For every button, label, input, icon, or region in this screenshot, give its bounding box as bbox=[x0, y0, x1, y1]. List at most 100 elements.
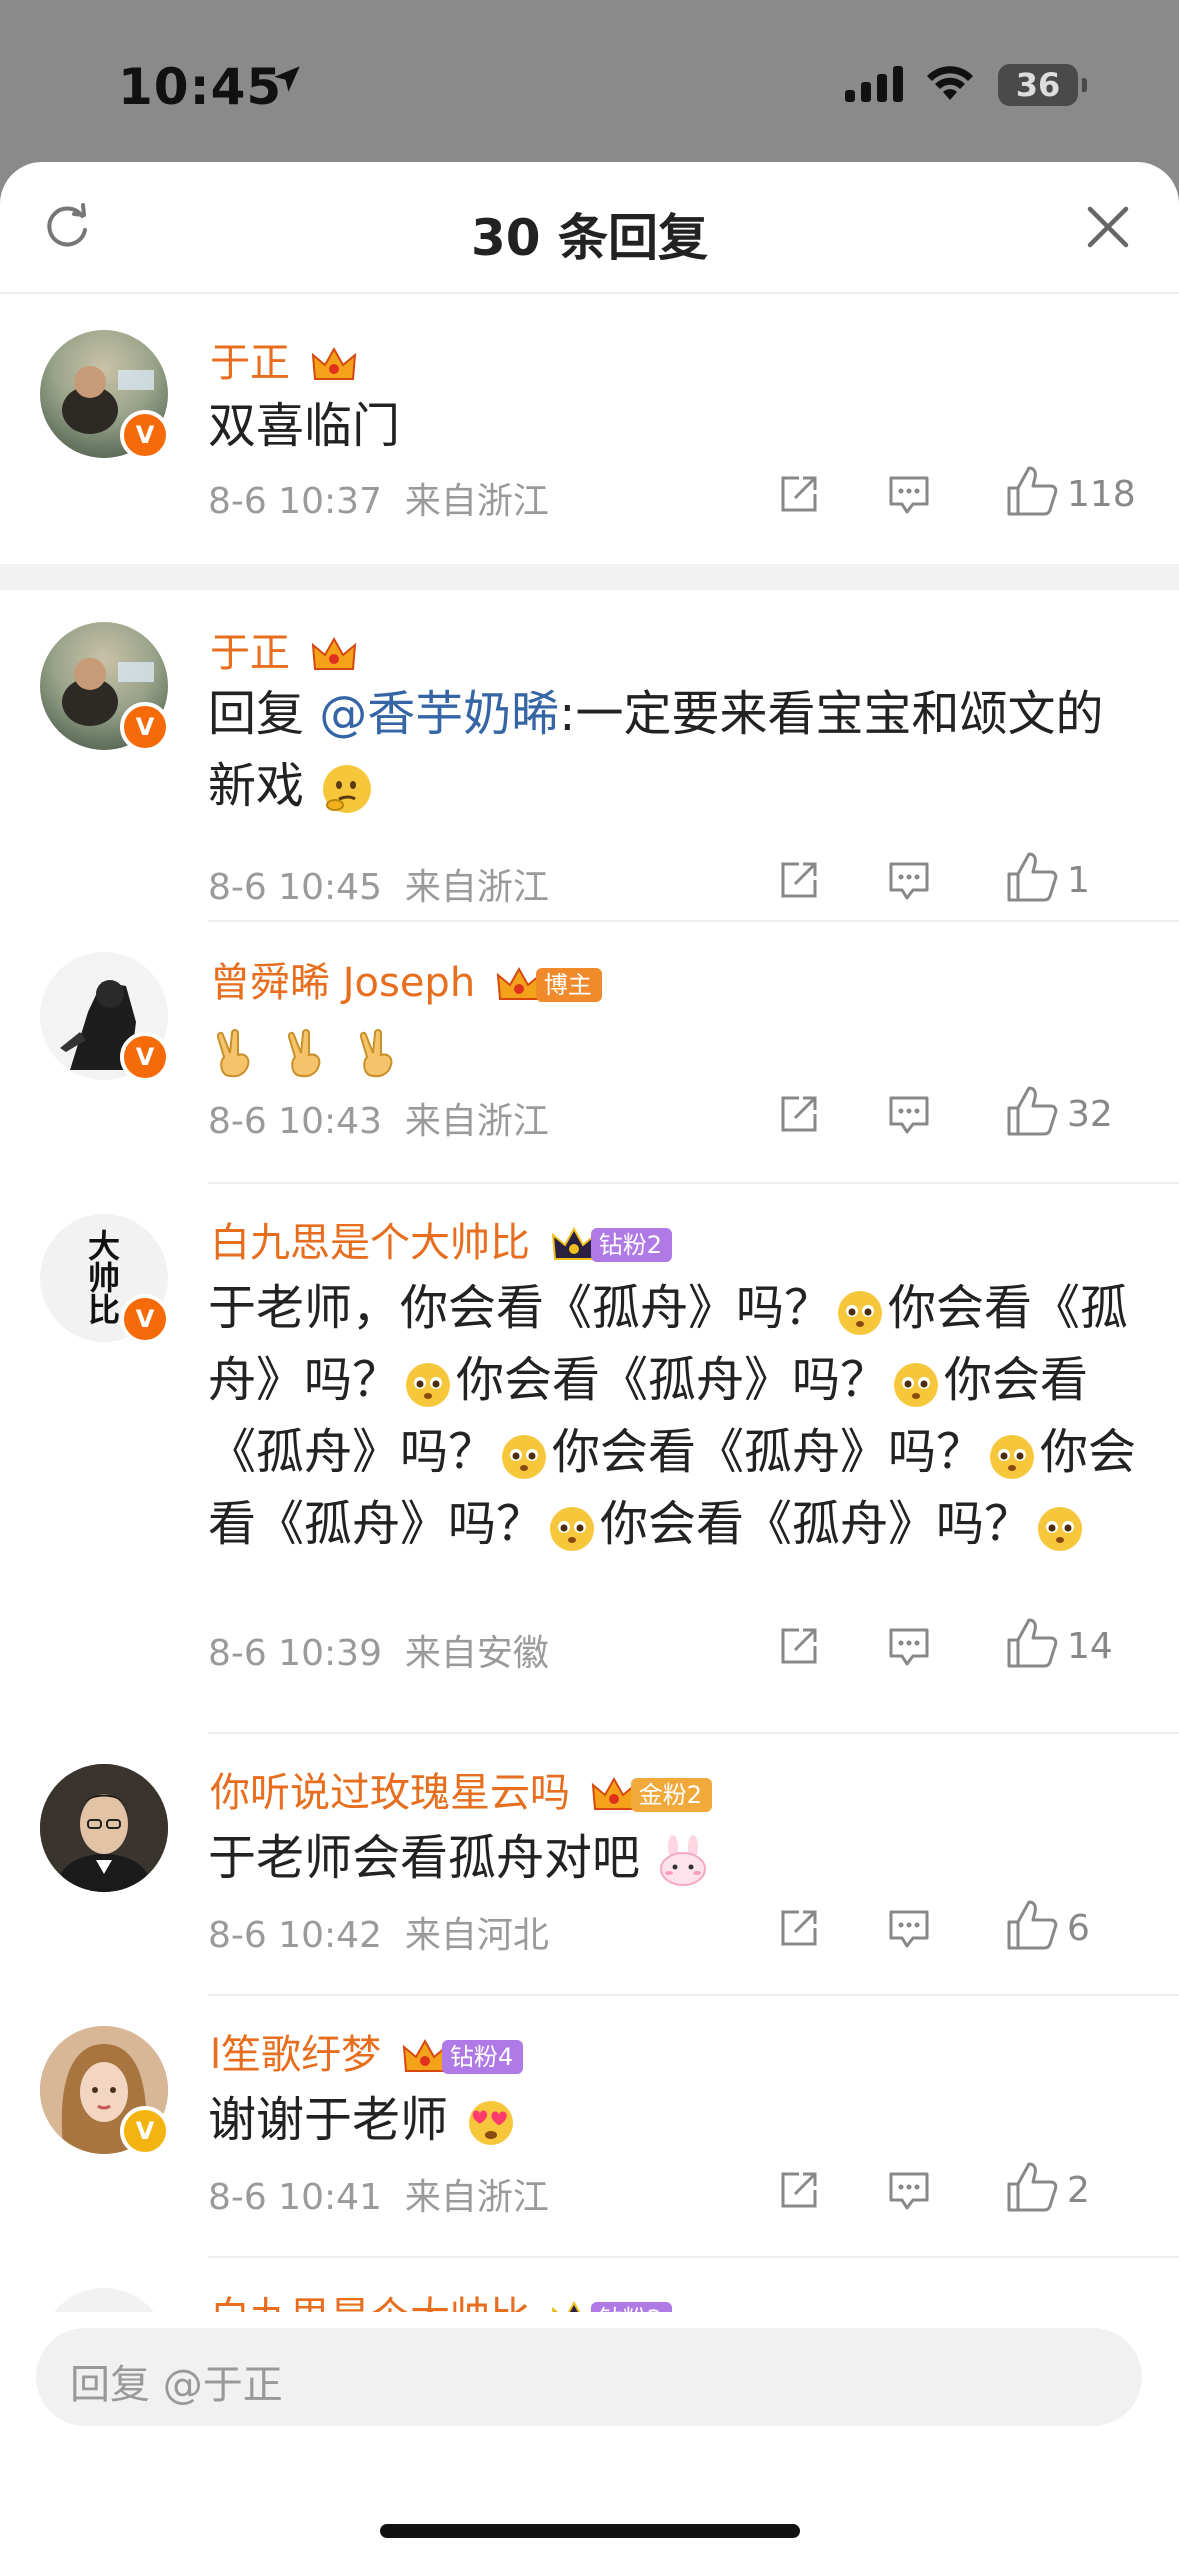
comment-actions: 14 bbox=[777, 1616, 1137, 1676]
like-count: 1 bbox=[1067, 860, 1090, 901]
reply-prefix: 回复 bbox=[208, 686, 320, 742]
heart-eyes-emoji-icon bbox=[469, 2101, 514, 2145]
fan-badge: 钻粉2 bbox=[590, 2302, 672, 2312]
comment-icon[interactable] bbox=[887, 1092, 931, 1136]
avatar[interactable] bbox=[40, 1764, 168, 1892]
bunny-emoji-icon bbox=[660, 1835, 707, 1886]
comment-text-part: 你会看《孤舟》吗？ bbox=[456, 1352, 889, 1408]
share-icon[interactable] bbox=[777, 472, 821, 516]
comment-location: 来自浙江 bbox=[404, 481, 549, 522]
status-bar: 10:45 36 bbox=[0, 0, 1179, 160]
reply-placeholder[interactable]: 回复 @于正 bbox=[70, 2352, 283, 2410]
username[interactable]: 白九思是个大帅比 钻粉2 bbox=[210, 2284, 672, 2312]
avatar[interactable] bbox=[40, 2288, 168, 2312]
comment-meta: 8-6 10:37 来自浙江 bbox=[208, 472, 549, 524]
username-text[interactable]: 曾舜晞 Joseph bbox=[210, 960, 475, 1006]
comment-text: 于老师会看孤舟对吧 bbox=[208, 1822, 1139, 1894]
comment-actions: 118 bbox=[777, 464, 1137, 524]
comment-item: 白九思是个大帅比 钻粉2 bbox=[0, 2258, 1179, 2312]
reply-bar: 回复 @于正 bbox=[0, 2312, 1179, 2556]
crown-icon bbox=[402, 2038, 448, 2072]
comment-icon[interactable] bbox=[887, 472, 931, 516]
comment-text-part: 于老师会看孤舟对吧 bbox=[208, 1830, 641, 1886]
comment-text-part: 谢谢于老师 bbox=[208, 2092, 449, 2148]
like-count: 14 bbox=[1067, 1626, 1113, 1667]
comment-icon[interactable] bbox=[887, 1906, 931, 1950]
crown-icon bbox=[311, 636, 356, 670]
location-arrow-icon bbox=[274, 66, 300, 92]
username[interactable]: 于正 bbox=[210, 330, 357, 388]
comment-item: V 于正 回复 @香芋奶晞:一定要来看宝宝和颂文的新戏 8-6 10:45 来自… bbox=[0, 590, 1179, 920]
comment-actions: 2 bbox=[777, 2160, 1137, 2220]
username-text[interactable]: 你听说过玫瑰星云吗 bbox=[210, 1770, 570, 1816]
like-icon[interactable] bbox=[1005, 1616, 1059, 1670]
comment-meta: 8-6 10:39 来自安徽 bbox=[208, 1624, 549, 1676]
username-text[interactable]: 白九思是个大帅比 bbox=[210, 1220, 530, 1266]
comment-meta: 8-6 10:43 来自浙江 bbox=[208, 1092, 549, 1144]
verified-icon: V bbox=[120, 2106, 170, 2156]
avatar[interactable]: 大帅比 V bbox=[40, 1214, 170, 1344]
like-icon[interactable] bbox=[1005, 1084, 1059, 1138]
username[interactable]: 你听说过玫瑰星云吗 金粉2 bbox=[210, 1760, 712, 1818]
close-icon[interactable] bbox=[1085, 204, 1131, 250]
victory-hand-emoji-icon bbox=[216, 1029, 250, 1078]
avatar[interactable]: V bbox=[40, 2026, 170, 2156]
comment-location: 来自安徽 bbox=[404, 1633, 549, 1674]
pleading-face-emoji-icon bbox=[990, 1435, 1035, 1479]
username[interactable]: 白九思是个大帅比 钻粉2 bbox=[210, 1210, 672, 1268]
wifi-icon bbox=[927, 66, 973, 100]
comment-text-part: 你会看《孤舟》吗？ bbox=[600, 1496, 1033, 1552]
pleading-face-emoji-icon bbox=[838, 1291, 883, 1335]
username-text[interactable]: l笙歌纡梦 bbox=[210, 2032, 381, 2078]
comment-item: V l笙歌纡梦 钻粉4 谢谢于老师 8-6 10:41 来自浙江 2 bbox=[0, 1996, 1179, 2256]
username[interactable]: 曾舜晞 Joseph 博主 bbox=[210, 950, 602, 1008]
avatar[interactable]: V bbox=[40, 622, 170, 752]
like-count: 6 bbox=[1067, 1908, 1090, 1949]
comment-text: 于老师，你会看《孤舟》吗？ 你会看《孤舟》吗？ 你会看《孤舟》吗？ 你会看《孤舟》吗？… bbox=[208, 1272, 1139, 1560]
verified-icon: V bbox=[120, 1032, 170, 1082]
share-icon[interactable] bbox=[777, 1092, 821, 1136]
share-icon[interactable] bbox=[777, 1624, 821, 1668]
comment-icon[interactable] bbox=[887, 858, 931, 902]
comment-text: 回复 @香芋奶晞:一定要来看宝宝和颂文的新戏 bbox=[208, 678, 1139, 822]
comment-text-part: 你会看《孤舟》吗？ bbox=[552, 1424, 985, 1480]
comment-text-part: 于老师，你会看《孤舟》吗？ bbox=[208, 1280, 833, 1336]
username-text[interactable]: 于正 bbox=[210, 630, 290, 676]
comment-time: 8-6 10:41 bbox=[208, 2177, 382, 2218]
comment-icon[interactable] bbox=[887, 2168, 931, 2212]
comment-item: 你听说过玫瑰星云吗 金粉2 于老师会看孤舟对吧 8-6 10:42 来自河北 6 bbox=[0, 1734, 1179, 1994]
username-text[interactable]: 于正 bbox=[210, 340, 290, 386]
username[interactable]: 于正 bbox=[210, 620, 357, 678]
verified-icon: V bbox=[120, 410, 170, 460]
crown-icon bbox=[311, 346, 356, 380]
verified-icon: V bbox=[120, 1294, 170, 1344]
comment-meta: 8-6 10:41 来自浙江 bbox=[208, 2168, 549, 2220]
like-icon[interactable] bbox=[1005, 464, 1059, 518]
share-icon[interactable] bbox=[777, 858, 821, 902]
victory-hand-emoji-icon bbox=[359, 1029, 392, 1078]
signal-icon bbox=[845, 66, 903, 102]
fan-badge: 博主 bbox=[535, 968, 602, 1002]
avatar[interactable]: V bbox=[40, 952, 170, 1082]
comment-icon[interactable] bbox=[887, 1624, 931, 1668]
comment-time: 8-6 10:43 bbox=[208, 1101, 382, 1142]
username-text[interactable]: 白九思是个大帅比 bbox=[210, 2294, 530, 2312]
share-icon[interactable] bbox=[777, 2168, 821, 2212]
share-icon[interactable] bbox=[777, 1906, 821, 1950]
reply-input[interactable]: 回复 @于正 bbox=[36, 2328, 1142, 2426]
username[interactable]: l笙歌纡梦 钻粉4 bbox=[210, 2022, 524, 2080]
comment-text: 双喜临门 bbox=[208, 398, 401, 454]
comment-actions: 32 bbox=[777, 1084, 1137, 1144]
replies-sheet: 30 条回复 V 于正 双喜临门 8-6 10:37 来自浙江 118 V 于正… bbox=[0, 162, 1179, 2556]
comment-actions: 6 bbox=[777, 1898, 1137, 1958]
comment-time: 8-6 10:37 bbox=[208, 481, 382, 522]
like-icon[interactable] bbox=[1005, 850, 1059, 904]
comment-item: 大帅比 V 白九思是个大帅比 钻粉2 于老师，你会看《孤舟》吗？ 你会看《孤舟》吗… bbox=[0, 1184, 1179, 1714]
like-count: 32 bbox=[1067, 1094, 1113, 1135]
mention-link[interactable]: @香芋奶晞 bbox=[319, 686, 559, 742]
avatar-text: 大帅比 bbox=[87, 1227, 120, 1329]
like-icon[interactable] bbox=[1005, 2160, 1059, 2214]
pleading-face-emoji-icon bbox=[1038, 1507, 1083, 1551]
avatar[interactable]: V bbox=[40, 330, 170, 460]
like-icon[interactable] bbox=[1005, 1898, 1059, 1952]
